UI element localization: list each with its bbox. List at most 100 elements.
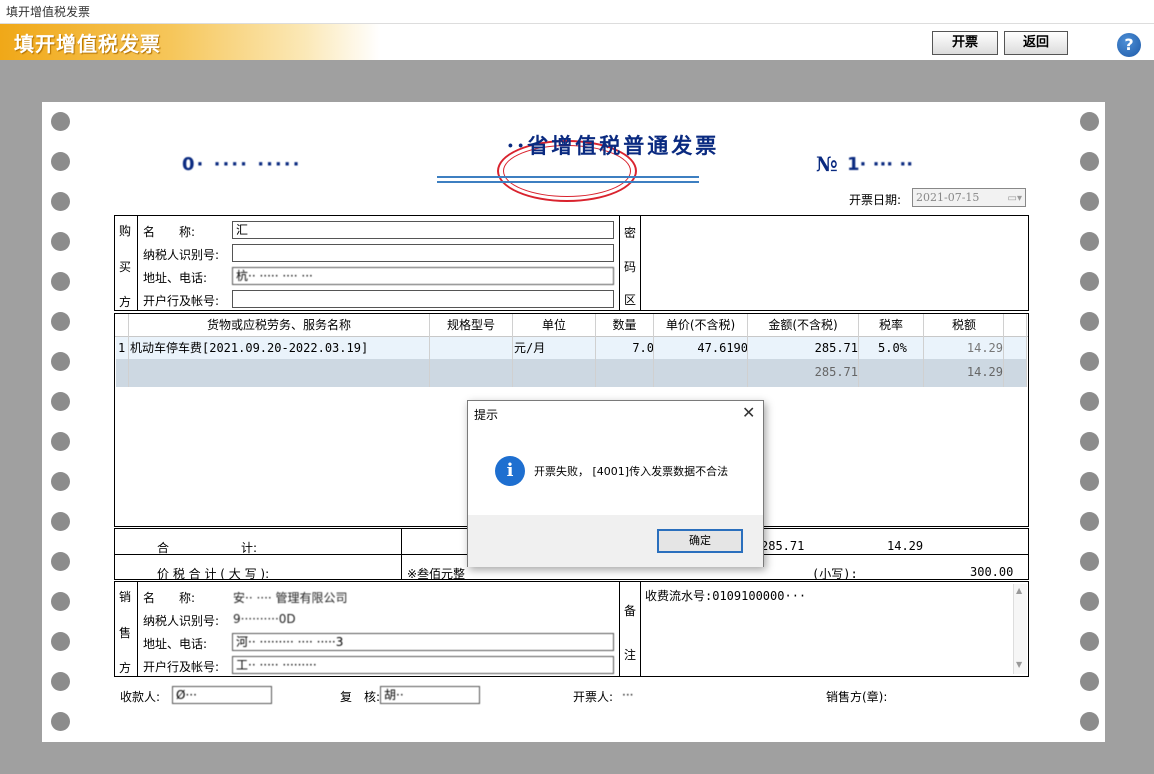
buyer-taxid-label: 纳税人识别号:: [143, 248, 220, 262]
column-header-amount: 金额(不含税): [768, 318, 838, 332]
title-underline: [437, 181, 699, 183]
ok-button[interactable]: 确定: [657, 529, 743, 553]
buyer-side-label: 方: [119, 295, 132, 309]
remark-text[interactable]: 收费流水号:0109100000···: [645, 587, 806, 604]
buyer-name-field[interactable]: 汇: [232, 221, 614, 239]
header-banner: 填开增值税发票: [0, 24, 380, 60]
punch-hole-icon: [1080, 672, 1099, 691]
invoice-date-label: 开票日期:: [849, 193, 902, 207]
punch-hole-icon: [1080, 432, 1099, 451]
punch-hole-icon: [1080, 272, 1099, 291]
seller-name-value: 安·· ···· 管理有限公司: [233, 591, 348, 605]
drawer-label: 开票人:: [573, 690, 614, 704]
punch-hole-icon: [1080, 152, 1099, 171]
grand-total-upper: ※叁佰元整: [407, 567, 466, 581]
punch-hole-icon: [1080, 312, 1099, 331]
table-row[interactable]: 1 机动车停车费[2021.09.20-2022.03.19] 元/月 7.0 …: [116, 337, 1026, 359]
total-amount: 285.71: [761, 539, 805, 553]
close-icon[interactable]: ✕: [742, 403, 755, 422]
info-icon: i: [495, 456, 525, 486]
seller-name-label: 名 称:: [143, 591, 196, 605]
back-button[interactable]: 返回: [1004, 31, 1068, 55]
punch-hole-icon: [51, 472, 70, 491]
invoice-date-picker[interactable]: 2021-07-15 ▭▾: [912, 188, 1026, 207]
invoice-code: 0· ···· ·····: [182, 154, 302, 175]
cipher-area-label: 区: [624, 293, 637, 307]
column-header-price: 单价(不含税): [665, 318, 736, 332]
punch-hole-icon: [1080, 232, 1099, 251]
item-tax-cell: 14.29: [966, 341, 1003, 355]
window-title: 填开增值税发票: [0, 0, 1154, 24]
remark-scrollbar[interactable]: ▲ ▼: [1013, 584, 1027, 674]
punch-hole-icon: [51, 592, 70, 611]
subtotal-row: 285.71 14.29: [116, 359, 1026, 387]
item-price-cell[interactable]: 47.6190: [655, 337, 748, 359]
seller-side-label: 售: [119, 626, 132, 640]
punch-hole-icon: [51, 232, 70, 251]
calendar-dropdown-icon[interactable]: ▭▾: [998, 190, 1024, 205]
item-amount-cell[interactable]: 285.71: [749, 337, 858, 359]
invoice-title: ··省增值税普通发票: [506, 133, 720, 158]
grand-total-lower: 300.00: [970, 565, 1014, 579]
scroll-down-icon[interactable]: ▼: [1016, 660, 1022, 669]
dialog-footer: 确定: [468, 515, 763, 567]
total-tax: 14.29: [887, 539, 924, 553]
punch-hole-icon: [51, 552, 70, 571]
item-qty-cell[interactable]: 7.0: [597, 337, 654, 359]
column-header-spec: 规格型号: [446, 318, 495, 332]
invoice-date-value: 2021-07-15: [916, 191, 980, 204]
issue-invoice-button[interactable]: 开票: [932, 31, 998, 55]
buyer-section: 购 买 方 名 称: 汇 纳税人识别号: 地址、电话: 杭·· ····· ··…: [114, 215, 1029, 311]
payee-field[interactable]: Ø···: [172, 686, 272, 704]
buyer-side-label: 购: [119, 224, 132, 238]
total-label: 合 计:: [157, 541, 258, 555]
reviewer-field[interactable]: 胡··: [380, 686, 480, 704]
punch-hole-icon: [1080, 592, 1099, 611]
column-header-qty: 数量: [612, 318, 637, 332]
item-rate-cell[interactable]: 5.0%: [878, 337, 907, 359]
punch-hole-icon: [51, 152, 70, 171]
item-name-cell[interactable]: 机动车停车费[2021.09.20-2022.03.19]: [130, 337, 368, 359]
punch-hole-icon: [1080, 472, 1099, 491]
buyer-address-label: 地址、电话:: [143, 271, 208, 285]
error-dialog: 提示 ✕ i 开票失败， [4001]传入发票数据不合法 确定: [467, 400, 764, 567]
help-icon[interactable]: ?: [1117, 33, 1141, 57]
item-unit-cell[interactable]: 元/月: [514, 337, 545, 359]
seller-taxid-value: 9··········0D: [233, 612, 296, 626]
seller-side-label: 方: [119, 661, 132, 675]
seller-bank-field[interactable]: 工·· ····· ·········: [232, 656, 614, 674]
seller-bank-label: 开户行及帐号:: [143, 660, 220, 674]
scroll-up-icon[interactable]: ▲: [1016, 586, 1022, 595]
grand-total-lower-label: (小写):: [812, 567, 858, 581]
punch-hole-icon: [1080, 512, 1099, 531]
invoice-number: 1· ··· ··: [847, 154, 914, 175]
buyer-address-field[interactable]: 杭·· ····· ···· ···: [232, 267, 614, 285]
punch-hole-icon: [51, 432, 70, 451]
subtotal-tax: 14.29: [966, 365, 1003, 379]
buyer-taxid-field[interactable]: [232, 244, 614, 262]
seller-address-field[interactable]: 河·· ········· ···· ·····3: [232, 633, 614, 651]
punch-hole-icon: [1080, 392, 1099, 411]
buyer-side-label: 买: [119, 260, 132, 274]
header-bar: 填开增值税发票 开票 返回 ?: [0, 24, 1154, 60]
punch-hole-icon: [51, 712, 70, 731]
remark-area-label: 注: [624, 648, 637, 662]
subtotal-amount: 285.71: [814, 365, 858, 379]
buyer-name-label: 名 称:: [143, 225, 196, 239]
punch-hole-icon: [1080, 552, 1099, 571]
seller-address-label: 地址、电话:: [143, 637, 208, 651]
column-header-name: 货物或应税劳务、服务名称: [206, 318, 351, 332]
punch-hole-icon: [51, 672, 70, 691]
column-header-tax: 税额: [951, 318, 976, 332]
drawer-value: ···: [622, 688, 634, 702]
punch-hole-icon: [51, 352, 70, 371]
seller-side-label: 销: [119, 590, 132, 604]
seller-section: 销 售 方 名 称: 安·· ···· 管理有限公司 纳税人识别号: 9····…: [114, 581, 1029, 677]
page-title: 填开增值税发票: [14, 32, 161, 56]
column-header-rate: 税率: [878, 318, 903, 332]
reviewer-label: 复 核:: [340, 690, 381, 704]
payee-label: 收款人:: [120, 690, 161, 704]
punch-hole-icon: [1080, 192, 1099, 211]
grand-total-label: 价 税 合 计 ( 大 写 ):: [157, 567, 270, 581]
buyer-bank-field[interactable]: [232, 290, 614, 308]
